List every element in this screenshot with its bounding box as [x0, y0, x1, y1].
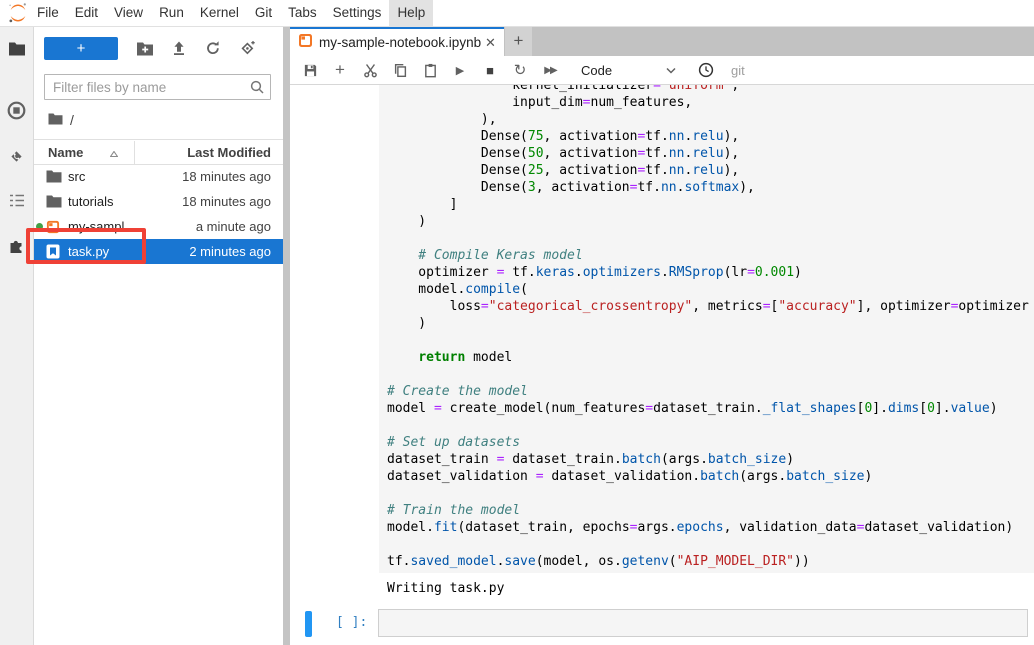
breadcrumb-root[interactable]: / — [70, 112, 74, 128]
copy-cells-button[interactable] — [385, 58, 415, 82]
save-button[interactable] — [295, 58, 325, 82]
notebook-toolbar: + ▶ ■ ↻ ▶▶ Code git — [290, 56, 1034, 85]
upload-button[interactable] — [162, 36, 196, 60]
notebook-file-icon — [298, 33, 313, 53]
menu-edit[interactable]: Edit — [67, 0, 106, 26]
paste-cells-button[interactable] — [415, 58, 445, 82]
menu-view[interactable]: View — [106, 0, 151, 26]
folder-icon — [46, 194, 63, 210]
active-cell-indicator[interactable] — [305, 611, 312, 637]
git-sidebar-icon[interactable] — [0, 144, 33, 168]
menu-file[interactable]: File — [29, 0, 67, 26]
execution-time-icon[interactable] — [691, 58, 721, 82]
jupyter-logo-icon — [7, 2, 29, 24]
cell-type-dropdown[interactable]: Code — [581, 63, 677, 78]
filter-files-input[interactable] — [44, 74, 271, 100]
column-header-name[interactable]: Name — [34, 145, 110, 160]
home-folder-icon[interactable] — [48, 112, 63, 128]
table-of-contents-icon[interactable] — [0, 188, 33, 212]
file-modified: 18 minutes ago — [182, 194, 283, 209]
empty-cell-editor[interactable] — [378, 609, 1028, 637]
restart-kernel-button[interactable]: ↻ — [505, 58, 535, 82]
git-clone-button[interactable] — [230, 36, 264, 60]
file-name: tutorials — [68, 194, 182, 209]
annotation-highlight-box — [26, 228, 146, 264]
chevron-down-icon — [665, 63, 677, 78]
file-row-tutorials[interactable]: tutorials18 minutes ago — [34, 189, 283, 214]
dock-tab-bar: my-sample-notebook.ipynb ✕ + — [290, 26, 1034, 56]
tab-close-icon[interactable]: ✕ — [485, 35, 496, 51]
menu-kernel[interactable]: Kernel — [192, 0, 247, 26]
file-browser-toolbar: + — [34, 36, 283, 60]
menu-bar: FileEditViewRunKernelGitTabsSettingsHelp — [0, 0, 1034, 27]
code-cell-editor[interactable]: kernel_initializer="uniform", input_dim=… — [379, 85, 1034, 573]
file-modified: a minute ago — [196, 219, 283, 234]
new-folder-button[interactable] — [128, 36, 162, 60]
refresh-button[interactable] — [196, 36, 230, 60]
tab-label: my-sample-notebook.ipynb — [319, 35, 481, 50]
panel-splitter[interactable] — [283, 26, 290, 645]
run-cell-button[interactable]: ▶ — [445, 58, 475, 82]
cell-output-text: Writing task.py — [387, 581, 504, 596]
file-name: src — [68, 169, 182, 184]
new-tab-button[interactable]: + — [505, 26, 532, 56]
breadcrumb[interactable]: / — [48, 110, 74, 130]
file-row-src[interactable]: src18 minutes ago — [34, 164, 283, 189]
restart-run-all-button[interactable]: ▶▶ — [535, 58, 565, 82]
filter-files-field — [44, 74, 271, 100]
folder-icon — [46, 169, 63, 185]
notebook-content: kernel_initializer="uniform", input_dim=… — [290, 85, 1034, 645]
file-browser-icon[interactable] — [0, 36, 33, 60]
menu-tabs[interactable]: Tabs — [280, 0, 325, 26]
file-browser-panel: + / Name Last Modified src18 minutes — [34, 26, 283, 645]
empty-cell-prompt: [ ]: — [336, 615, 367, 630]
menu-items: FileEditViewRunKernelGitTabsSettingsHelp — [29, 0, 433, 26]
menu-run[interactable]: Run — [151, 0, 192, 26]
cell-type-value: Code — [581, 63, 612, 78]
interrupt-kernel-button[interactable]: ■ — [475, 58, 505, 82]
cut-cells-button[interactable] — [355, 58, 385, 82]
running-kernels-icon[interactable] — [0, 98, 33, 122]
file-modified: 2 minutes ago — [189, 244, 283, 259]
menu-git[interactable]: Git — [247, 0, 280, 26]
insert-cell-button[interactable]: + — [325, 58, 355, 82]
column-header-modified[interactable]: Last Modified — [134, 141, 283, 164]
menu-settings[interactable]: Settings — [325, 0, 390, 26]
menu-help[interactable]: Help — [389, 0, 433, 26]
left-sidebar — [0, 26, 34, 645]
git-status-label: git — [731, 63, 745, 78]
code-editor-content[interactable]: kernel_initializer="uniform", input_dim=… — [379, 85, 1034, 570]
file-list-header: Name Last Modified — [34, 139, 283, 165]
file-modified: 18 minutes ago — [182, 169, 283, 184]
search-icon — [250, 80, 264, 99]
new-launcher-button[interactable]: + — [44, 37, 118, 60]
sort-caret-icon[interactable] — [110, 145, 134, 160]
tab-my-sample-notebook[interactable]: my-sample-notebook.ipynb ✕ — [290, 26, 504, 56]
